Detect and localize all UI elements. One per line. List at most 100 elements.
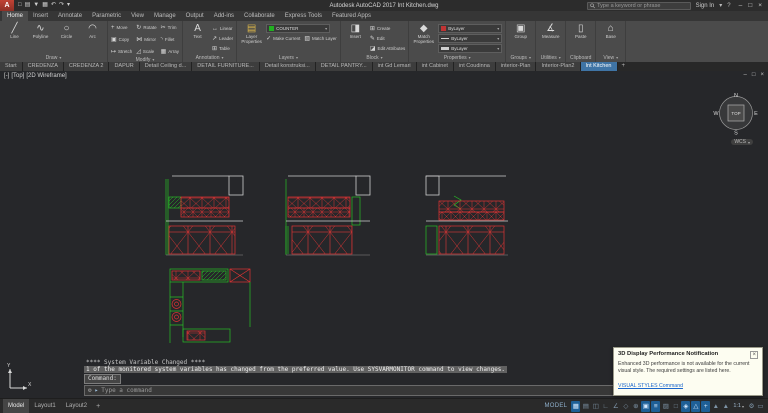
base-button[interactable]: ⌂ Base (599, 22, 622, 40)
plot-icon[interactable]: ▦ (42, 0, 48, 11)
linetype-combo[interactable]: ByLayer ▾ (438, 34, 503, 43)
panel-footer-clipboard[interactable]: Clipboard (569, 54, 592, 62)
layer-select-combo[interactable]: COUNTER ▾ (266, 24, 331, 33)
doc-close-button[interactable]: × (760, 72, 764, 78)
group-button[interactable]: ▣ Group (509, 22, 532, 40)
ribbon-tab[interactable]: Insert (28, 11, 53, 21)
viewcube-west[interactable]: W (713, 111, 719, 117)
lineweight-icon[interactable]: ≡ (651, 400, 661, 412)
maximize-button[interactable]: □ (748, 2, 752, 9)
file-tab[interactable]: int Coudinna (453, 62, 496, 71)
ortho-icon[interactable]: ∟ (601, 401, 610, 412)
panel-footer-block[interactable]: Block ▾ (344, 54, 405, 62)
new-file-icon[interactable]: □ (18, 0, 22, 11)
arc-button[interactable]: ◠ Arc (81, 22, 104, 40)
osnap-tracking-icon[interactable]: ⊕ (631, 401, 640, 412)
mirror-button[interactable]: ⋈ Mirror (136, 35, 156, 44)
file-tab[interactable]: interior-Plan (495, 62, 537, 71)
panel-footer-view[interactable]: View ▾ (599, 54, 622, 62)
layout-tab[interactable]: Layout1 (29, 399, 60, 413)
ribbon-tab[interactable]: Output (181, 11, 209, 21)
model-paper-toggle[interactable]: MODEL (540, 403, 571, 409)
visual-styles-command-link[interactable]: VISUAL STYLES Command (618, 383, 683, 389)
doc-minimize-button[interactable]: – (744, 72, 747, 78)
scale-button[interactable]: ◿ Scale (136, 47, 156, 56)
stretch-button[interactable]: ↦ Stretch (111, 47, 132, 56)
undo-icon[interactable]: ↶ (51, 0, 56, 11)
panel-footer-utilities[interactable]: Utilities ▾ (539, 54, 562, 62)
paste-button[interactable]: ▯ Paste (569, 22, 592, 40)
viewport-menu-control[interactable]: [-] (4, 73, 9, 79)
customization-gear-icon[interactable]: ⚙ (747, 401, 756, 412)
dynamic-input-icon[interactable]: + (701, 400, 711, 412)
selection-cycling-icon[interactable]: □ (671, 401, 680, 412)
rotate-button[interactable]: ↻ Rotate (136, 23, 156, 32)
save-icon[interactable]: ▼ (33, 0, 39, 11)
ribbon-tab[interactable]: Home (2, 11, 29, 21)
new-drawing-tab-button[interactable]: + (618, 62, 630, 71)
ucs-icon[interactable]: Y X (5, 362, 33, 392)
polyline-button[interactable]: ∿ Polyline (29, 22, 52, 40)
insert-block-button[interactable]: ◨ Insert (344, 22, 367, 40)
minimize-button[interactable]: – (739, 2, 743, 9)
trim-button[interactable]: ✂ Trim (161, 23, 179, 32)
sign-in-button[interactable]: Sign In (696, 3, 715, 9)
sign-in-caret-icon[interactable]: ▾ (719, 2, 722, 9)
table-button[interactable]: ⊞ Table (212, 44, 233, 53)
ribbon-tab[interactable]: Collaborate (239, 11, 280, 21)
close-icon[interactable]: × (750, 351, 758, 359)
osnap-3d-icon[interactable]: ◈ (681, 400, 691, 412)
wcs-dropdown[interactable]: WCS ▾ (731, 139, 753, 145)
ribbon-tab[interactable]: Annotate (53, 11, 87, 21)
layer-properties-button[interactable]: ▤ Layer Properties (240, 22, 263, 45)
view-control[interactable]: [Top] (11, 73, 24, 79)
lineweight-combo[interactable]: ByLayer ▾ (438, 44, 503, 53)
annotation-autoscale-icon[interactable]: ▲ (721, 401, 730, 412)
ribbon-tab[interactable]: Featured Apps (327, 11, 376, 21)
layout-tab[interactable]: Model (3, 399, 30, 413)
open-file-icon[interactable]: ▤ (25, 0, 31, 11)
new-layout-button[interactable]: + (92, 403, 104, 410)
edit-attributes-button[interactable]: ◪ Edit Attributes (370, 44, 405, 53)
clean-screen-icon[interactable]: ▭ (756, 401, 765, 412)
panel-footer-properties[interactable]: Properties ▾ (412, 54, 502, 62)
match-layer-button[interactable]: ▧ Match Layer (304, 34, 336, 43)
help-search-box[interactable] (586, 1, 691, 10)
make-current-button[interactable]: ✓ Make Current (266, 34, 300, 43)
circle-button[interactable]: ○ Circle (55, 22, 78, 40)
viewcube-north[interactable]: N (734, 93, 738, 99)
snap-icon[interactable]: ▤ (581, 401, 590, 412)
help-icon[interactable]: ? (727, 3, 730, 9)
panel-footer-groups[interactable]: Groups ▾ (509, 54, 532, 62)
text-button[interactable]: A Text (186, 22, 209, 40)
file-tab[interactable]: Start (0, 62, 23, 71)
osnap-icon[interactable]: ▣ (641, 400, 651, 412)
viewcube-east[interactable]: E (754, 111, 758, 117)
application-menu-button[interactable]: A (0, 0, 14, 11)
annotation-scale-control[interactable]: 1:1 ▾ (730, 403, 747, 409)
file-tab[interactable]: Int Kitchen (580, 62, 618, 71)
viewcube-face-label[interactable]: TOP (731, 111, 740, 116)
copy-button[interactable]: ▣ Copy (111, 35, 132, 44)
fillet-button[interactable]: ◝ Fillet (161, 35, 179, 44)
move-button[interactable]: + Move (111, 23, 132, 32)
viewcube[interactable]: TOP N S W E (713, 90, 759, 136)
leader-button[interactable]: ↗ Leader (212, 34, 233, 43)
layout-tab[interactable]: Layout2 (61, 399, 92, 413)
object-color-combo[interactable]: ByLayer ▾ (438, 24, 503, 33)
edit-block-button[interactable]: ✎ Edit (370, 34, 405, 43)
ribbon-tab[interactable]: Express Tools (280, 11, 327, 21)
viewcube-south[interactable]: S (734, 131, 738, 137)
linear-dimension-button[interactable]: ↔ Linear (212, 24, 233, 33)
polar-tracking-icon[interactable]: ∠ (611, 401, 620, 412)
close-button[interactable]: × (758, 2, 762, 9)
file-tab[interactable]: DETAIL FURNITURE... (192, 62, 260, 71)
transparency-icon[interactable]: ▨ (661, 401, 670, 412)
measure-button[interactable]: ∡ Measure (539, 22, 562, 40)
ribbon-tab[interactable]: Manage (149, 11, 181, 21)
redo-icon[interactable]: ↷ (59, 0, 64, 11)
isodraft-icon[interactable]: ◇ (621, 401, 630, 412)
create-block-button[interactable]: ⊞ Create (370, 24, 405, 33)
ribbon-tab[interactable]: View (126, 11, 149, 21)
file-tab[interactable]: DETAIL PANTRY... (315, 62, 373, 71)
